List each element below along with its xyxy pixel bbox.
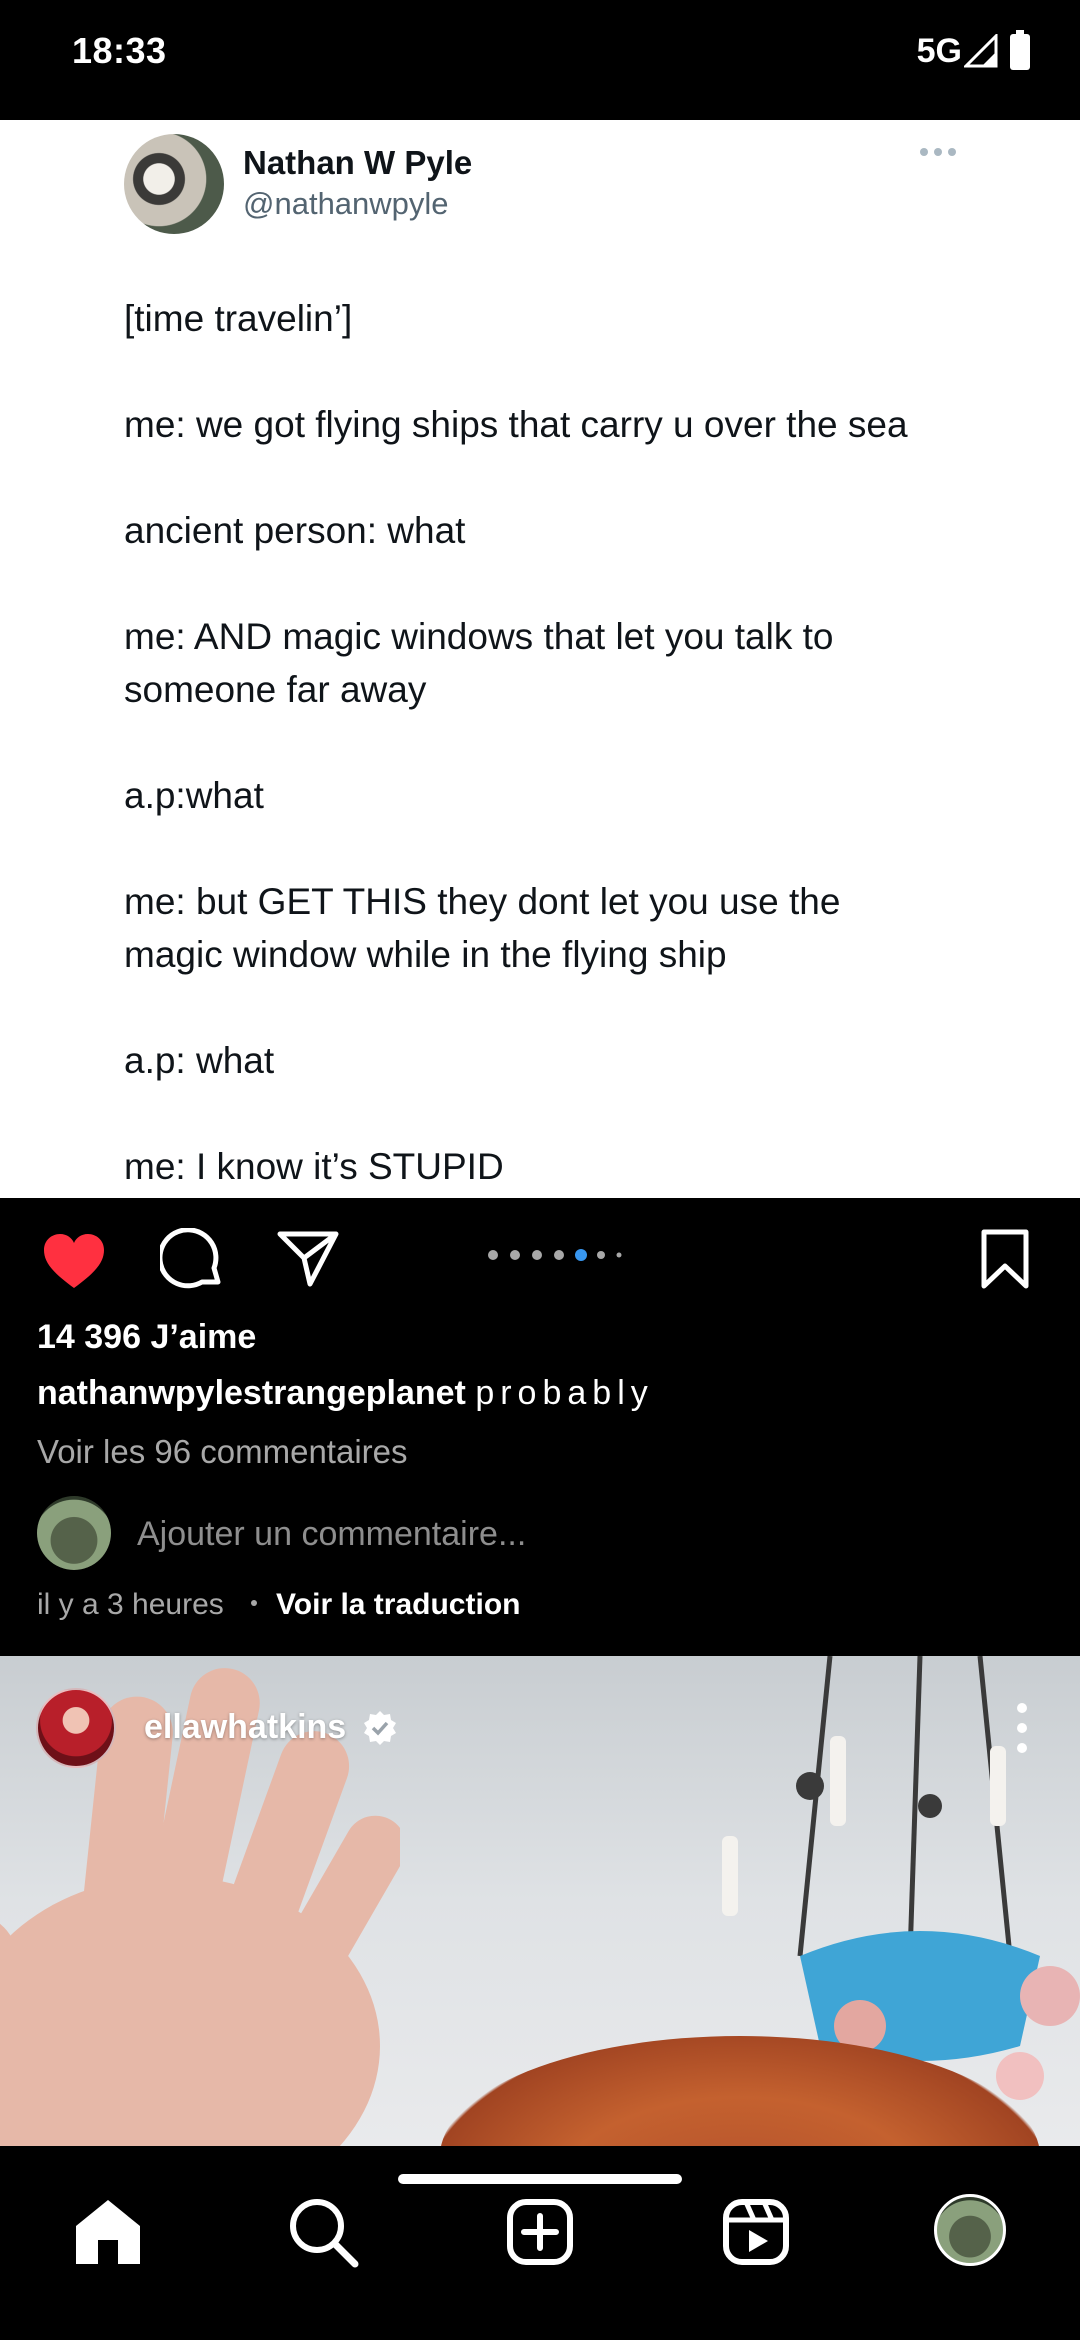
search-icon[interactable]	[283, 2192, 363, 2272]
post-caption: nathanwpylestrangeplanet probably	[37, 1374, 654, 1413]
tweet-text-line: a.p:what	[124, 775, 264, 816]
like-heart-icon[interactable]	[42, 1232, 106, 1290]
caption-text: probably	[475, 1374, 654, 1412]
tweet-text-line: me: AND magic windows that let you talk …	[124, 616, 834, 657]
like-count[interactable]: 14 396 J’aime	[37, 1318, 256, 1357]
next-post-media[interactable]: ellawhatkins	[0, 1656, 1080, 2146]
tweet-text-line: me: I know it’s STUPID	[124, 1146, 504, 1187]
tweet-text-line: me: but GET THIS they dont let you use t…	[124, 881, 841, 922]
status-bar: 18:33 5G	[0, 0, 1080, 110]
status-time: 18:33	[72, 30, 167, 71]
more-icon	[920, 148, 956, 156]
more-options-icon[interactable]	[1010, 1700, 1034, 1756]
share-icon[interactable]	[276, 1228, 340, 1288]
add-comment-input[interactable]: Ajouter un commentaire...	[137, 1515, 526, 1554]
network-label: 5G	[916, 32, 962, 70]
tweet-author-name: Nathan W Pyle	[243, 144, 473, 181]
tweet-text-line: [time travelin’]	[124, 298, 353, 339]
home-indicator	[398, 2174, 682, 2184]
verified-badge-icon	[364, 1711, 396, 1745]
home-icon[interactable]	[68, 2192, 148, 2272]
bookmark-icon[interactable]	[980, 1228, 1030, 1290]
tweet-text-line: someone far away	[124, 669, 427, 710]
next-post-username[interactable]: ellawhatkins	[144, 1708, 346, 1747]
next-post-avatar[interactable]	[36, 1688, 116, 1768]
bottom-navigation	[0, 2146, 1080, 2340]
tweet-author-handle: @nathanwpyle	[243, 186, 449, 221]
caption-username[interactable]: nathanwpylestrangeplanet	[37, 1374, 466, 1412]
reels-icon[interactable]	[716, 2192, 796, 2272]
battery-icon	[1010, 30, 1030, 70]
tweet-text-line: ancient person: what	[124, 510, 466, 551]
create-icon[interactable]	[500, 2192, 580, 2272]
separator-dot	[251, 1600, 257, 1606]
post-timestamp: il y a 3 heures	[37, 1588, 224, 1621]
tweet-avatar	[124, 134, 224, 234]
tweet-text-line: me: we got flying ships that carry u ove…	[124, 404, 908, 445]
carousel-indicator	[488, 1249, 622, 1261]
current-user-avatar	[37, 1496, 111, 1570]
view-comments-link[interactable]: Voir les 96 commentaires	[37, 1433, 408, 1471]
signal-icon	[964, 34, 998, 68]
profile-avatar[interactable]	[934, 2194, 1006, 2266]
tweet-text-line: magic window while in the flying ship	[124, 934, 727, 975]
comment-icon[interactable]	[160, 1228, 224, 1292]
tweet-card[interactable]: Nathan W Pyle @nathanwpyle [time traveli…	[0, 120, 1080, 1198]
tweet-text-line: a.p: what	[124, 1040, 275, 1081]
see-translation-link[interactable]: Voir la traduction	[276, 1588, 520, 1622]
